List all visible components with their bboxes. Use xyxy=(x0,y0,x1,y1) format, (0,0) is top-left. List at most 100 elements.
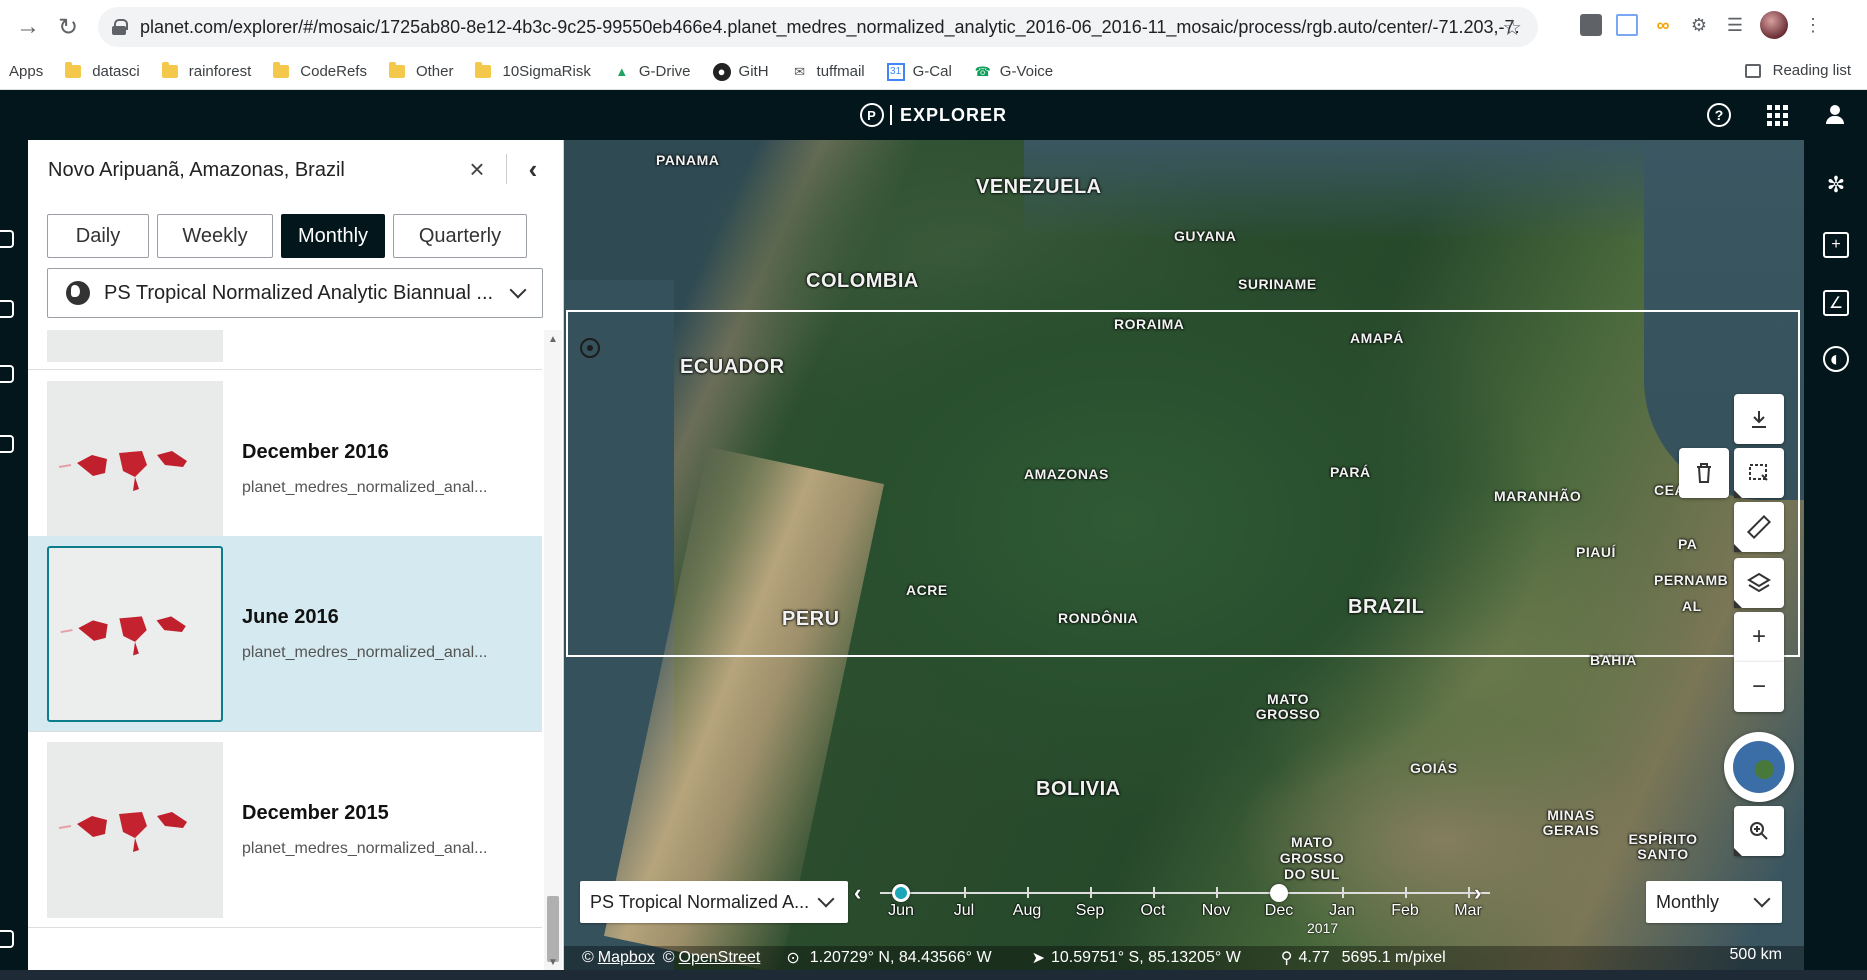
timeline-end-handle[interactable] xyxy=(1270,884,1288,902)
chart-icon[interactable]: ∠ xyxy=(1823,290,1849,316)
extension-doc-icon[interactable] xyxy=(1616,14,1638,36)
puzzle-icon[interactable]: ⚙ xyxy=(1688,14,1710,36)
draw-aoi-button[interactable] xyxy=(1734,448,1784,498)
mosaic-thumbnail xyxy=(47,742,223,918)
bookmark-g-cal[interactable]: 31 G-Cal xyxy=(886,62,952,81)
delete-aoi-button[interactable] xyxy=(1679,448,1729,498)
map-view[interactable]: PANAMA VENEZUELA GUYANA SURINAME COLOMBI… xyxy=(564,140,1804,970)
measure-button[interactable] xyxy=(1734,502,1784,552)
rail-tool-icon[interactable] xyxy=(0,300,14,318)
timeline-month-label[interactable]: Jan xyxy=(1329,902,1355,920)
bookmark-github[interactable]: ● GitH xyxy=(712,62,769,81)
interval-select[interactable]: Monthly xyxy=(1646,881,1782,923)
media-queue-icon[interactable]: ☰ xyxy=(1724,14,1746,36)
basemap-globe-button[interactable] xyxy=(1724,732,1794,802)
timeline-month-label[interactable]: Mar xyxy=(1454,902,1482,920)
scroll-up-icon[interactable]: ▲ xyxy=(548,334,558,345)
bookmark-rainforest[interactable]: rainforest xyxy=(161,62,251,80)
rail-tool-icon[interactable] xyxy=(0,365,14,383)
select-area-icon xyxy=(1749,464,1768,481)
rail-tool-icon[interactable] xyxy=(0,930,14,948)
clear-search-icon[interactable]: × xyxy=(464,156,490,182)
timeline-month-label[interactable]: Dec xyxy=(1265,902,1293,920)
list-item-selected[interactable]: June 2016 planet_medres_normalized_anal.… xyxy=(28,536,542,732)
timeline[interactable]: ‹ › Jun Jul Aug Sep Oct Nov Dec Jan Feb Mar 2017 xyxy=(854,874,1494,936)
bookmark-g-voice[interactable]: ☎ G-Voice xyxy=(974,63,1053,81)
bookmark-other[interactable]: Other xyxy=(388,62,453,80)
map-status-bar: © Mapbox © OpenStreet ⊙ 1.20729° N, 84.4… xyxy=(564,946,1804,970)
map-label: PANAMA xyxy=(656,152,720,168)
openstreet-link[interactable]: OpenStreet xyxy=(679,949,761,967)
timeline-start-handle[interactable] xyxy=(892,884,910,902)
locate-icon[interactable] xyxy=(580,338,600,358)
layer-select[interactable]: PS Tropical Normalized A... xyxy=(580,881,848,923)
zoom-in-button[interactable]: + xyxy=(1734,612,1784,662)
zoom-to-button[interactable] xyxy=(1734,806,1784,856)
timeline-month-label[interactable]: Feb xyxy=(1391,902,1419,920)
scroll-down-icon[interactable]: ▼ xyxy=(548,957,558,968)
bookmark-apps[interactable]: Apps xyxy=(9,63,43,80)
map-label: AMAPÁ xyxy=(1350,330,1404,346)
bookmark-star-icon[interactable]: ☆ xyxy=(1502,15,1522,41)
timeline-month-label[interactable]: Sep xyxy=(1076,902,1104,920)
tab-daily[interactable]: Daily xyxy=(47,214,149,258)
reading-list[interactable]: Reading list xyxy=(1744,62,1851,79)
planet-logo-icon: P xyxy=(859,103,884,127)
timeline-month-label[interactable]: Jul xyxy=(954,902,974,920)
map-label: PERU xyxy=(782,608,840,630)
github-icon: ● xyxy=(712,62,731,81)
profile-avatar[interactable] xyxy=(1760,11,1788,39)
divider xyxy=(506,154,507,184)
timeline-month-label[interactable]: Oct xyxy=(1141,902,1166,920)
scale-label: 500 km xyxy=(1729,946,1782,963)
scrollbar-thumb[interactable] xyxy=(547,896,559,962)
user-icon[interactable] xyxy=(1823,103,1847,127)
bookmark-10sigmarisk[interactable]: 10SigmaRisk xyxy=(475,62,591,80)
extension-square-icon[interactable] xyxy=(1580,14,1602,36)
tab-monthly[interactable]: Monthly xyxy=(281,214,385,258)
extensions: ∞ ⚙ ☰ ⋮ xyxy=(1580,11,1824,39)
rail-tool-icon[interactable] xyxy=(0,435,14,453)
timeline-month-label[interactable]: Jun xyxy=(888,902,914,920)
bookmark-tuffmail[interactable]: ✉ tuffmail xyxy=(791,63,865,81)
timeline-track[interactable] xyxy=(880,892,1490,894)
timeline-month-label[interactable]: Nov xyxy=(1202,902,1230,920)
location-search-input[interactable]: Novo Aripuanã, Amazonas, Brazil xyxy=(48,159,345,182)
bookmark-g-drive[interactable]: ▲ G-Drive xyxy=(613,63,690,81)
timeline-month-label[interactable]: Aug xyxy=(1013,902,1041,920)
address-bar[interactable]: planet.com/explorer/#/mosaic/1725ab80-8e… xyxy=(98,7,1538,47)
map-label: GOIÁS xyxy=(1410,760,1458,776)
mosaic-series-select[interactable]: PS Tropical Normalized Analytic Biannual… xyxy=(47,268,543,318)
apps-grid-icon[interactable] xyxy=(1765,103,1789,127)
help-icon[interactable]: ? xyxy=(1707,103,1731,127)
reload-icon[interactable]: ↻ xyxy=(48,7,88,47)
timeline-prev-icon[interactable]: ‹ xyxy=(854,880,861,906)
map-label: RONDÔNIA xyxy=(1058,610,1139,626)
analytics-icon[interactable]: ✼ xyxy=(1823,172,1849,198)
contrast-icon[interactable]: ◐ xyxy=(1823,346,1849,372)
zoom-out-button[interactable]: − xyxy=(1734,662,1784,712)
mosaic-thumbnail xyxy=(47,546,223,722)
download-button[interactable] xyxy=(1734,394,1784,444)
extension-infinity-icon[interactable]: ∞ xyxy=(1652,14,1674,36)
timeline-tick xyxy=(1027,887,1029,898)
layers-button[interactable] xyxy=(1734,558,1784,608)
forward-icon[interactable]: → xyxy=(8,7,48,47)
list-scrollbar[interactable]: ▲ ▼ xyxy=(544,330,562,970)
bookmarks-bar: Apps datasci rainforest CodeRefs Other 1… xyxy=(0,54,1867,90)
export-icon[interactable]: + xyxy=(1823,232,1849,258)
bookmark-coderefs[interactable]: CodeRefs xyxy=(273,62,367,80)
rail-tool-icon[interactable] xyxy=(0,230,14,248)
map-label: AL xyxy=(1682,598,1702,614)
left-tool-rail xyxy=(0,140,28,970)
mapbox-link[interactable]: Mapbox xyxy=(598,949,655,967)
tab-weekly[interactable]: Weekly xyxy=(157,214,273,258)
planet-logo[interactable]: P EXPLORER xyxy=(859,103,1007,127)
tab-quarterly[interactable]: Quarterly xyxy=(393,214,527,258)
collapse-panel-icon[interactable]: ‹ xyxy=(520,154,546,184)
kebab-menu-icon[interactable]: ⋮ xyxy=(1802,14,1824,36)
google-drive-icon: ▲ xyxy=(615,64,629,79)
bookmark-datasci[interactable]: datasci xyxy=(65,62,140,80)
list-item[interactable]: December 2015 planet_medres_normalized_a… xyxy=(28,732,542,928)
list-item-partial[interactable] xyxy=(28,330,542,370)
